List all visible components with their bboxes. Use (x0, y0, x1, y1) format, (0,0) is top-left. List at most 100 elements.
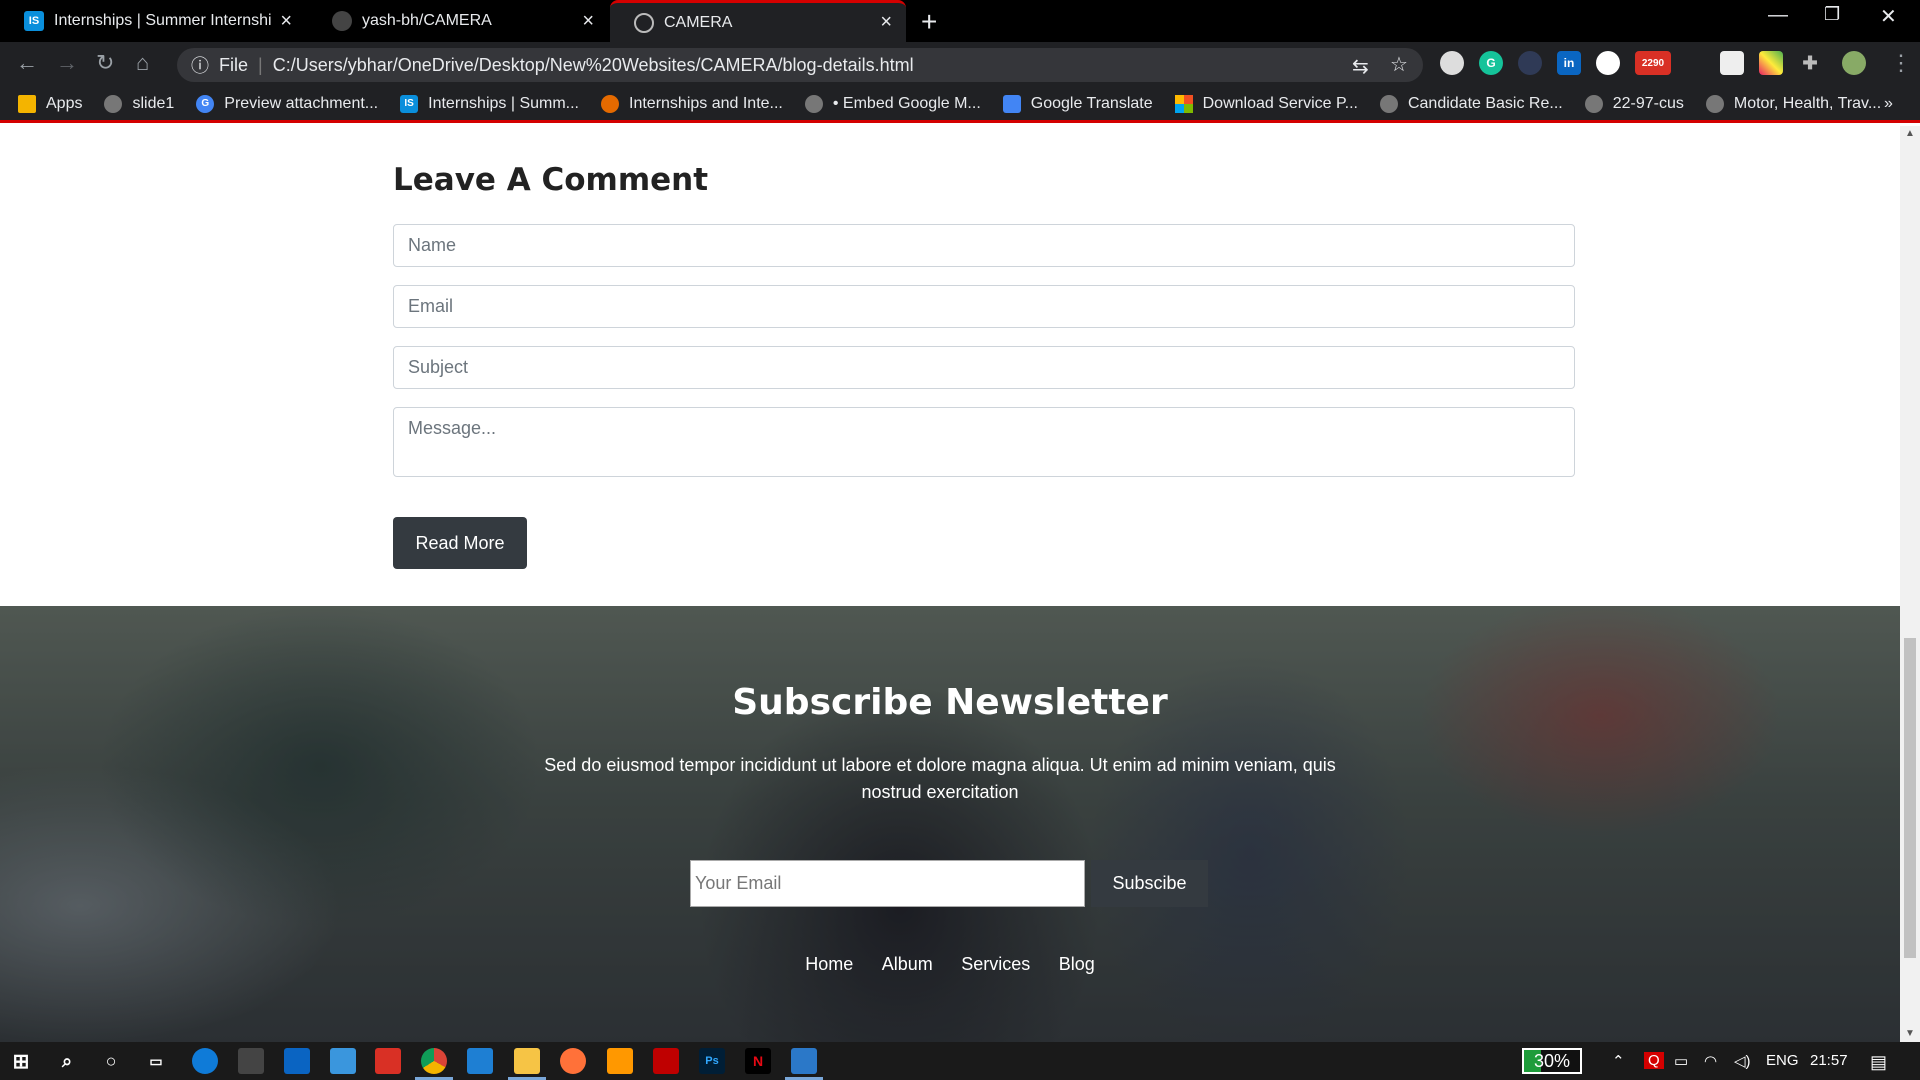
globe-icon (1705, 94, 1724, 113)
bookmark-label: Preview attachment... (224, 94, 379, 112)
filezilla-icon[interactable] (653, 1048, 679, 1074)
translate-icon[interactable]: ⇆ (1352, 54, 1369, 79)
wifi-icon[interactable]: ◠ (1704, 1052, 1717, 1070)
forward-icon[interactable]: → (56, 50, 78, 76)
linkedin-icon[interactable]: in (1557, 51, 1581, 75)
sublime-icon[interactable] (607, 1048, 633, 1074)
clock[interactable]: 21:57 (1810, 1052, 1848, 1069)
close-icon[interactable]: × (582, 10, 594, 33)
volume-icon[interactable]: ◁) (1734, 1052, 1751, 1070)
restore-icon[interactable]: ❐ (1824, 4, 1840, 25)
quick-heal-icon[interactable]: Q (1644, 1052, 1664, 1069)
bookmark-motor[interactable]: Motor, Health, Trav... (1705, 94, 1881, 113)
menu-icon[interactable]: ⋮ (1890, 50, 1912, 76)
bookmark-label: Apps (46, 94, 83, 112)
tab-camera[interactable]: CAMERA × (610, 0, 906, 42)
bookmarks-overflow-icon[interactable]: » (1884, 95, 1893, 113)
globe-icon (804, 94, 823, 113)
address-bar[interactable]: ⓘ File | C:/Users/ybhar/OneDrive/Desktop… (177, 48, 1423, 82)
bookmark-internships[interactable]: IS Internships | Summ... (400, 94, 579, 113)
task-view-icon[interactable]: ▭ (143, 1048, 169, 1074)
bookmark-embed-google[interactable]: • Embed Google M... (804, 94, 981, 113)
info-icon[interactable]: ⓘ (191, 52, 209, 78)
bookmark-slide1[interactable]: slide1 (104, 94, 174, 113)
anydesk-icon[interactable] (375, 1048, 401, 1074)
newsletter-text: Sed do eiusmod tempor incididunt ut labo… (544, 755, 1336, 802)
notification-icon[interactable]: ▤ (1870, 1052, 1887, 1073)
newsletter-email-input[interactable]: Your Email (690, 860, 1085, 907)
scroll-up-icon[interactable]: ▲ (1905, 128, 1915, 139)
footer-link-album[interactable]: Album (882, 954, 933, 974)
color-picker-icon[interactable] (1759, 51, 1783, 75)
bookmark-label: • Embed Google M... (832, 94, 981, 112)
bookmark-star-icon[interactable]: ☆ (1390, 52, 1408, 77)
search-icon[interactable]: ⌕ (54, 1048, 80, 1074)
grammarly-icon[interactable]: G (1479, 51, 1503, 75)
subscribe-button[interactable]: Subscibe (1091, 860, 1208, 907)
circle-ext-icon[interactable] (1440, 51, 1464, 75)
battery-indicator[interactable]: 30% (1522, 1048, 1582, 1074)
footer-link-services[interactable]: Services (961, 954, 1030, 974)
url-text[interactable]: C:/Users/ybhar/OneDrive/Desktop/New%20We… (273, 55, 914, 76)
photos-icon[interactable] (785, 1048, 823, 1080)
mail-badge-icon[interactable]: 2290 (1635, 51, 1671, 75)
puzzle-icon[interactable]: ✚ (1798, 51, 1822, 75)
camera-icon[interactable] (1720, 51, 1744, 75)
vscode-icon[interactable] (467, 1048, 493, 1074)
language-indicator[interactable]: ENG (1766, 1052, 1799, 1069)
microsoft-icon (1174, 94, 1193, 113)
close-icon[interactable]: × (280, 10, 292, 33)
bookmark-label: 22-97-cus (1612, 94, 1684, 112)
bookmark-apps[interactable]: Apps (18, 94, 83, 113)
bookmark-22-97-cus[interactable]: 22-97-cus (1584, 94, 1684, 113)
file-explorer-icon[interactable] (508, 1048, 546, 1080)
avatar[interactable] (1842, 51, 1866, 75)
name-field[interactable]: Name (393, 224, 1575, 267)
scroll-down-icon[interactable]: ▼ (1905, 1028, 1915, 1039)
read-more-button[interactable]: Read More (393, 517, 527, 569)
tab-github[interactable]: yash-bh/CAMERA × (308, 0, 608, 42)
firefox-icon[interactable] (560, 1048, 586, 1074)
subject-field[interactable]: Subject (393, 346, 1575, 389)
chrome-icon[interactable] (415, 1048, 453, 1080)
bookmark-internships-inte[interactable]: Internships and Inte... (601, 94, 783, 113)
footer-nav: Home Album Services Blog (0, 954, 1900, 975)
tab-label: CAMERA (664, 13, 733, 31)
mail-icon[interactable] (284, 1048, 310, 1074)
message-field[interactable]: Message... (393, 407, 1575, 477)
timer-icon[interactable] (1596, 51, 1620, 75)
cortana-icon[interactable]: ○ (98, 1048, 124, 1074)
page-scrollbar[interactable]: ▲ ▼ (1900, 126, 1920, 1042)
bookmark-label: Google Translate (1030, 94, 1153, 112)
flame-icon (601, 94, 619, 113)
store-icon[interactable] (238, 1048, 264, 1074)
minimize-icon[interactable]: — (1768, 4, 1788, 27)
netflix-icon[interactable]: N (745, 1048, 771, 1074)
outlook-icon[interactable] (330, 1048, 356, 1074)
bookmark-google-translate[interactable]: Google Translate (1002, 94, 1153, 113)
edge-icon[interactable] (192, 1048, 218, 1074)
bookmark-candidate[interactable]: Candidate Basic Re... (1379, 94, 1563, 113)
battery-icon[interactable]: ▭ (1674, 1052, 1688, 1070)
tab-internships[interactable]: IS Internships | Summer Internship × (0, 0, 306, 42)
windows-start-icon[interactable]: ⊞ (8, 1048, 34, 1074)
globe-icon (104, 94, 123, 113)
close-window-icon[interactable]: ✕ (1880, 4, 1897, 29)
bookmark-download-service[interactable]: Download Service P... (1174, 94, 1358, 113)
footer-link-home[interactable]: Home (805, 954, 853, 974)
email-field[interactable]: Email (393, 285, 1575, 328)
bookmark-preview[interactable]: G Preview attachment... (196, 94, 379, 113)
google-icon: G (196, 94, 215, 113)
internshala-icon: IS (400, 94, 419, 113)
owl-icon[interactable] (1518, 51, 1542, 75)
footer-link-blog[interactable]: Blog (1059, 954, 1095, 974)
scrollbar-thumb[interactable] (1904, 638, 1916, 958)
comment-title: Leave A Comment (393, 162, 709, 198)
new-tab-button[interactable]: + (921, 6, 937, 38)
reload-icon[interactable]: ↻ (96, 50, 114, 76)
home-icon[interactable]: ⌂ (136, 50, 149, 76)
photoshop-icon[interactable]: Ps (699, 1048, 725, 1074)
close-icon[interactable]: × (880, 11, 892, 34)
chevron-up-icon[interactable]: ⌃ (1612, 1052, 1625, 1070)
back-icon[interactable]: ← (16, 50, 38, 76)
